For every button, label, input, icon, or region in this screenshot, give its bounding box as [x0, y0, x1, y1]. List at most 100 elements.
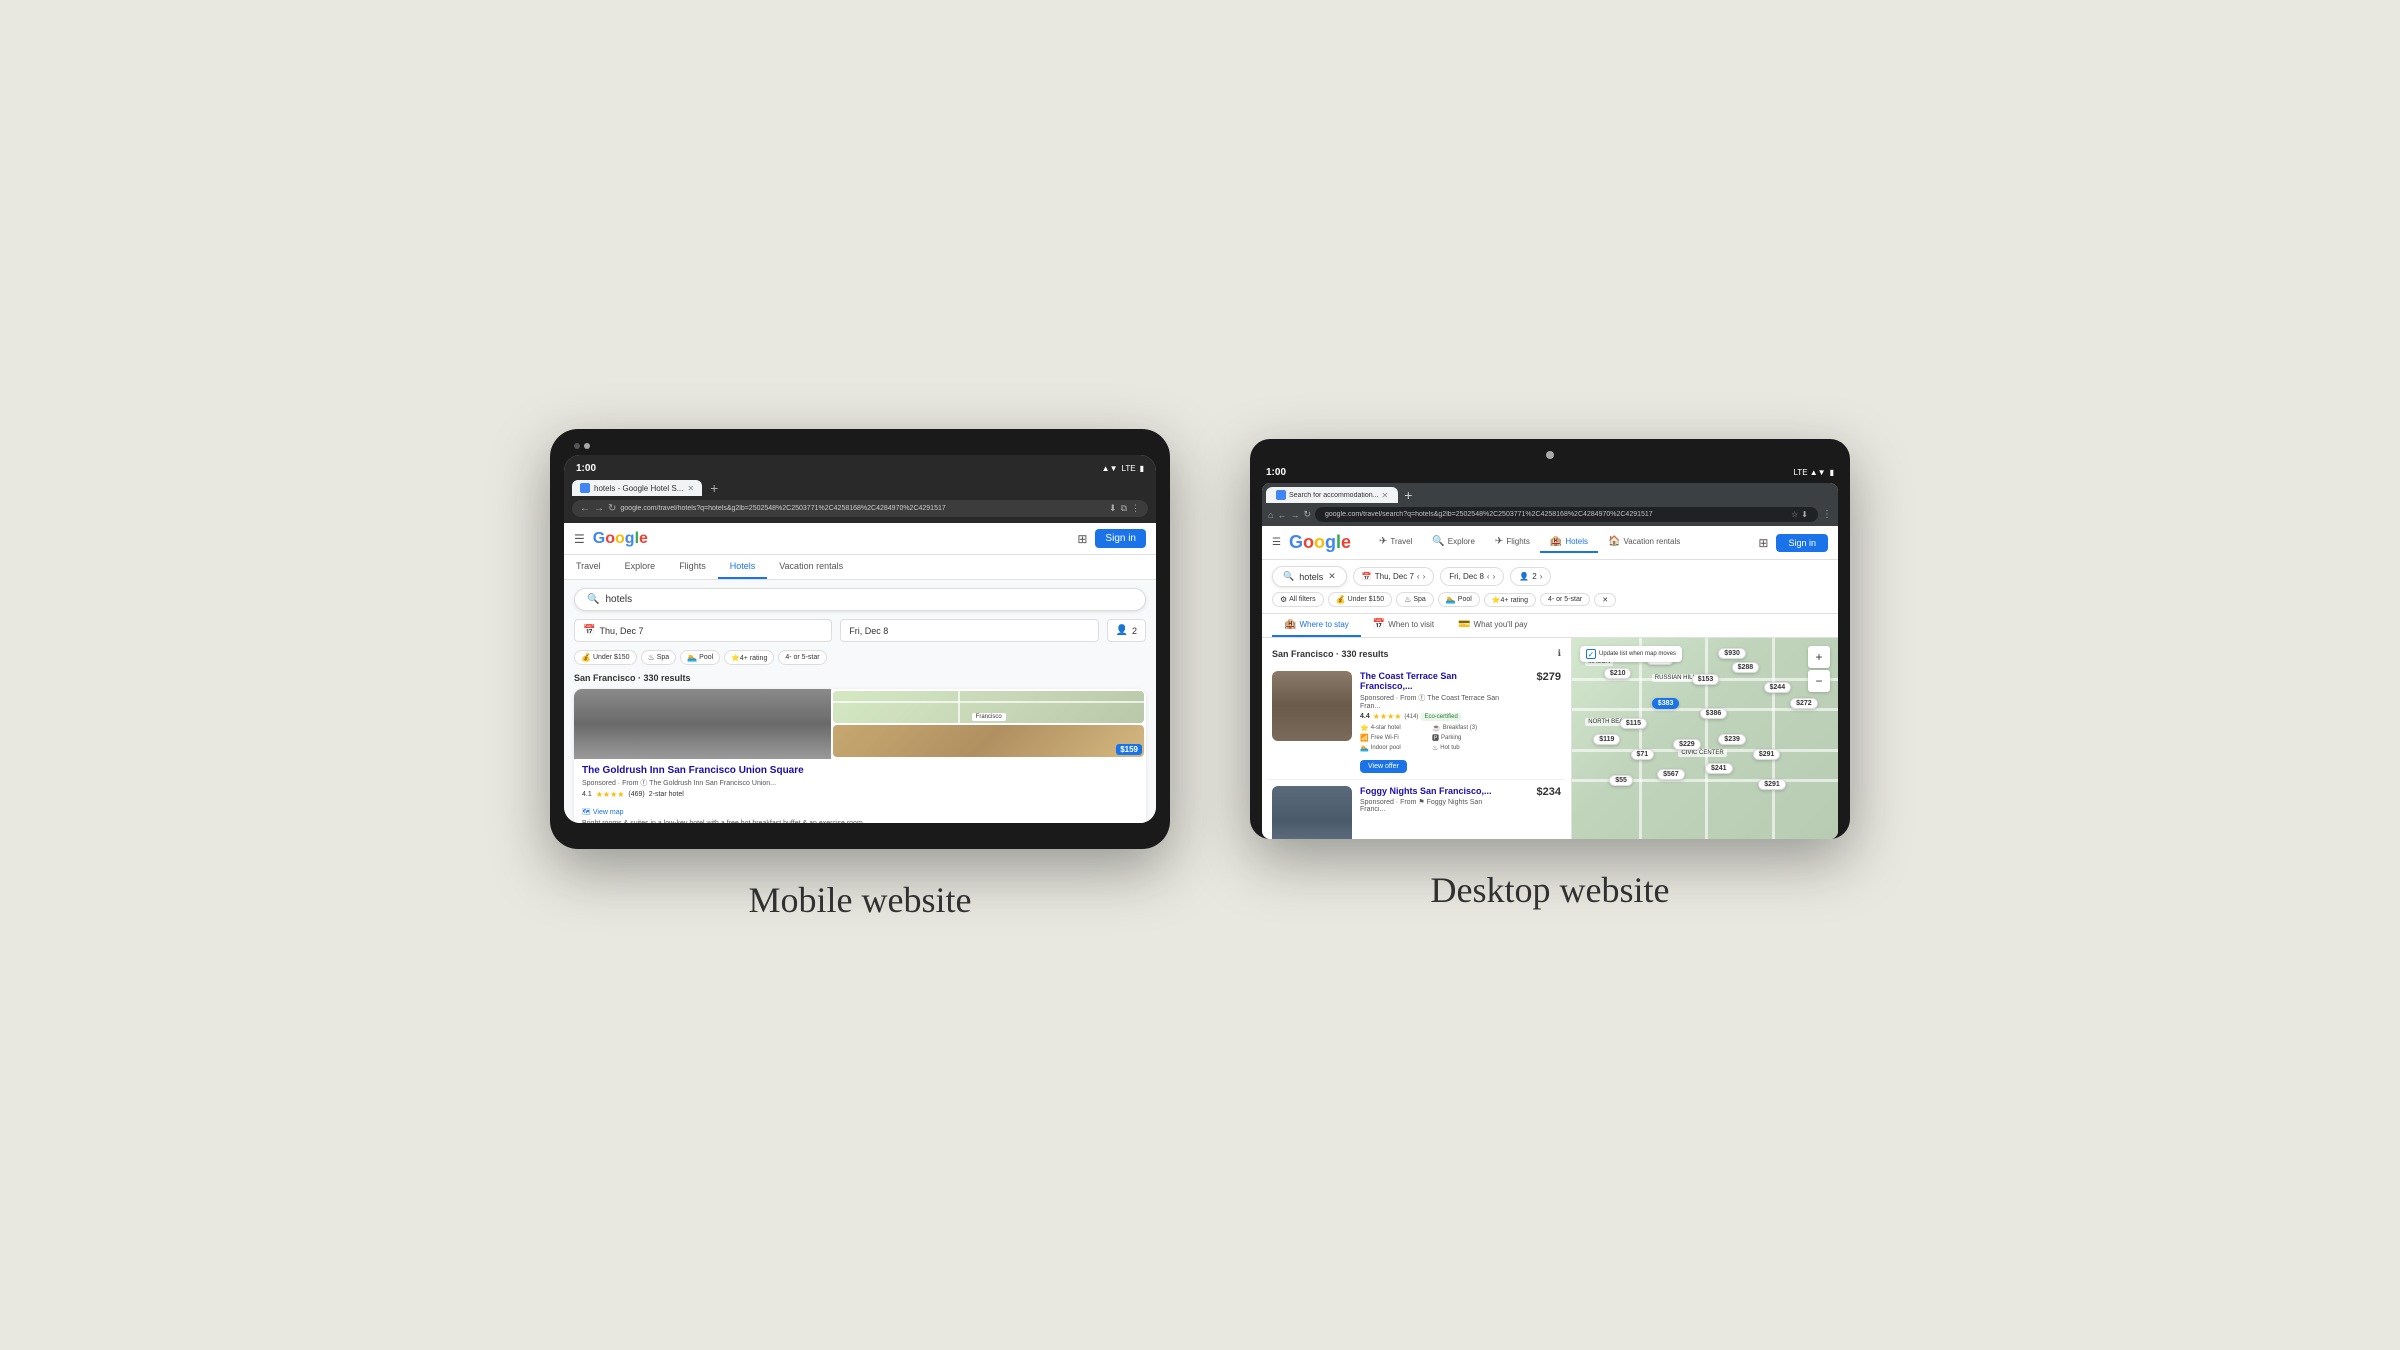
desktop-filter-price[interactable]: 💰Under $150 [1328, 592, 1393, 607]
mobile-checkout-field[interactable]: Fri, Dec 8 [840, 619, 1098, 642]
desktop-apps-icon[interactable]: ⊞ [1758, 536, 1768, 550]
mobile-hotel-card[interactable]: Francisco $159 The Goldrush Inn San Fran… [574, 689, 1146, 823]
mobile-nav-hotels[interactable]: Hotels [718, 555, 768, 579]
desktop-tab-when-to-visit[interactable]: 📅 When to visit [1361, 614, 1446, 637]
map-pin-4[interactable]: $288 [1732, 662, 1760, 673]
mobile-sign-in-button[interactable]: Sign in [1095, 529, 1146, 548]
mobile-checkin-field[interactable]: 📅 Thu, Dec 7 [574, 619, 832, 642]
map-pin-15[interactable]: $291 [1753, 749, 1781, 760]
mobile-hotel-name[interactable]: The Goldrush Inn San Francisco Union Squ… [582, 765, 1138, 776]
desktop-filter-spa[interactable]: ♨Spa [1396, 592, 1434, 607]
desktop-refresh-icon[interactable]: ↻ [1303, 509, 1311, 520]
desktop-search-clear-icon[interactable]: ✕ [1328, 571, 1336, 582]
desktop-checkin-next[interactable]: › [1423, 572, 1426, 581]
mobile-filter-stars[interactable]: 4- or 5-star [778, 650, 826, 665]
desktop-info-icon[interactable]: ℹ [1558, 648, 1561, 659]
desktop-new-tab-icon[interactable]: + [1400, 487, 1416, 503]
map-pin-9[interactable]: $386 [1700, 708, 1728, 719]
mobile-guests-field[interactable]: 👤 2 [1107, 619, 1146, 642]
map-pin-17[interactable]: $567 [1657, 769, 1685, 780]
update-list-checkbox[interactable]: ✓ [1586, 649, 1596, 659]
map-pin-16[interactable]: $55 [1609, 775, 1633, 786]
desktop-filter-more[interactable]: ✕ [1594, 593, 1616, 607]
mobile-filter-price[interactable]: 💰Under $150 [574, 650, 637, 665]
map-pin-5[interactable]: $244 [1764, 682, 1792, 693]
desktop-filter-rating[interactable]: ⭐4+ rating [1484, 593, 1536, 607]
desktop-filter-pool[interactable]: 🏊Pool [1438, 592, 1480, 607]
tab-close-icon[interactable]: ✕ [687, 484, 694, 493]
map-pin-12[interactable]: $71 [1631, 749, 1655, 760]
map-zoom-in-button[interactable]: + [1808, 646, 1830, 668]
mobile-filter-rating[interactable]: ⭐4+ rating [724, 650, 774, 665]
desktop-hotel-card-1[interactable]: The Coast Terrace San Francisco,... Spon… [1268, 665, 1565, 780]
map-pin-8-selected[interactable]: $383 [1652, 698, 1680, 709]
mobile-nav-flights[interactable]: Flights [667, 555, 718, 579]
desktop-guests-next[interactable]: › [1540, 572, 1543, 581]
desktop-nav-vacation[interactable]: 🏠Vacation rentals [1598, 532, 1690, 553]
back-icon[interactable]: ← [580, 503, 590, 514]
desktop-guests-field[interactable]: 👤 2 › [1510, 567, 1551, 586]
map-pin-1[interactable]: $210 [1604, 668, 1632, 679]
hamburger-icon[interactable]: ☰ [574, 532, 585, 546]
desktop-checkout-prev[interactable]: ‹ [1487, 572, 1490, 581]
desktop-status-bar: 1:00 LTE ▲▼ ▮ [1262, 465, 1838, 480]
map-pin-7[interactable]: $930 [1718, 648, 1746, 659]
desktop-view-offer-button-1[interactable]: View offer [1360, 760, 1407, 773]
desktop-menu-icon[interactable]: ⋮ [1822, 509, 1832, 520]
map-pin-18[interactable]: $241 [1705, 763, 1733, 774]
desktop-checkin-field[interactable]: 📅 Thu, Dec 7 ‹ › [1353, 567, 1434, 586]
mobile-nav-travel[interactable]: Travel [564, 555, 613, 579]
map-pin-3[interactable]: $153 [1692, 674, 1720, 685]
map-zoom-out-button[interactable]: − [1808, 670, 1830, 692]
desktop-tab-close-icon[interactable]: ✕ [1382, 491, 1389, 500]
map-pin-14[interactable]: $239 [1718, 734, 1746, 745]
mobile-url[interactable]: google.com/travel/hotels?q=hotels&g2lb=2… [620, 505, 1105, 512]
desktop-hotel-name-1[interactable]: The Coast Terrace San Francisco,... [1360, 671, 1503, 691]
desktop-tab-what-youll-pay[interactable]: 💳 What you'll pay [1446, 614, 1539, 637]
map-pin-6[interactable]: $272 [1790, 698, 1818, 709]
desktop-nav-explore[interactable]: 🔍Explore [1422, 532, 1485, 553]
mobile-active-tab[interactable]: hotels - Google Hotel S... ✕ [572, 480, 702, 496]
mobile-view-map-link[interactable]: 🗺 View map [582, 808, 624, 816]
desktop-sign-in-button[interactable]: Sign in [1776, 534, 1828, 552]
map-pin-13[interactable]: $229 [1673, 739, 1701, 750]
mobile-filter-spa[interactable]: ♨Spa [641, 650, 677, 665]
desktop-tab-where-to-stay[interactable]: 🏨 Where to stay [1272, 614, 1361, 637]
desktop-active-tab[interactable]: Search for accommodation... ✕ [1266, 487, 1398, 503]
desktop-search-box[interactable]: 🔍 hotels ✕ [1272, 566, 1347, 587]
mobile-nav-explore[interactable]: Explore [613, 555, 668, 579]
refresh-icon[interactable]: ↻ [608, 503, 616, 514]
desktop-nav-travel[interactable]: ✈Travel [1369, 532, 1422, 553]
desktop-address-bar[interactable]: google.com/travel/search?q=hotels&g2lb=2… [1315, 507, 1818, 522]
copy-icon[interactable]: ⧉ [1121, 503, 1127, 514]
desktop-checkout-next[interactable]: › [1493, 572, 1496, 581]
map-pin-10[interactable]: $115 [1620, 718, 1647, 729]
desktop-checkin-prev[interactable]: ‹ [1417, 572, 1420, 581]
more-icon[interactable]: ⋮ [1131, 503, 1140, 514]
apps-icon[interactable]: ⊞ [1077, 532, 1087, 546]
map-pin-19[interactable]: $291 [1758, 779, 1786, 790]
desktop-filter-stars[interactable]: 4- or 5-star [1540, 593, 1590, 606]
desktop-hamburger-icon[interactable]: ☰ [1272, 537, 1281, 548]
map-pin-11[interactable]: $119 [1593, 734, 1620, 745]
desktop-update-list-control[interactable]: ✓ Update list when map moves [1580, 646, 1682, 662]
desktop-back-icon[interactable]: ← [1277, 510, 1286, 520]
desktop-star-icon[interactable]: ☆ [1791, 510, 1798, 519]
desktop-hotel-name-2[interactable]: Foggy Nights San Francisco,... [1360, 786, 1503, 796]
mobile-address-bar[interactable]: ← → ↻ google.com/travel/hotels?q=hotels&… [572, 500, 1148, 517]
desktop-home-icon[interactable]: ⌂ [1268, 510, 1273, 520]
desktop-download-icon[interactable]: ⬇ [1801, 510, 1808, 519]
mobile-filter-pool[interactable]: 🏊Pool [680, 650, 720, 665]
mobile-header-right: ⊞ Sign in [1077, 529, 1146, 548]
new-tab-icon[interactable]: + [706, 480, 722, 496]
desktop-nav-hotels[interactable]: 🏨Hotels [1540, 532, 1598, 553]
desktop-nav-flights[interactable]: ✈Flights [1485, 532, 1540, 553]
desktop-checkout-field[interactable]: Fri, Dec 8 ‹ › [1440, 567, 1504, 586]
download-icon[interactable]: ⬇ [1109, 503, 1117, 514]
desktop-forward-icon[interactable]: → [1290, 510, 1299, 520]
mobile-search-box[interactable]: 🔍 hotels [574, 588, 1146, 611]
desktop-hotel-card-2[interactable]: Foggy Nights San Francisco,... Sponsored… [1268, 780, 1565, 839]
forward-icon[interactable]: → [594, 503, 604, 514]
mobile-nav-vacation[interactable]: Vacation rentals [767, 555, 855, 579]
desktop-filter-all[interactable]: ⚙All filters [1272, 592, 1324, 607]
